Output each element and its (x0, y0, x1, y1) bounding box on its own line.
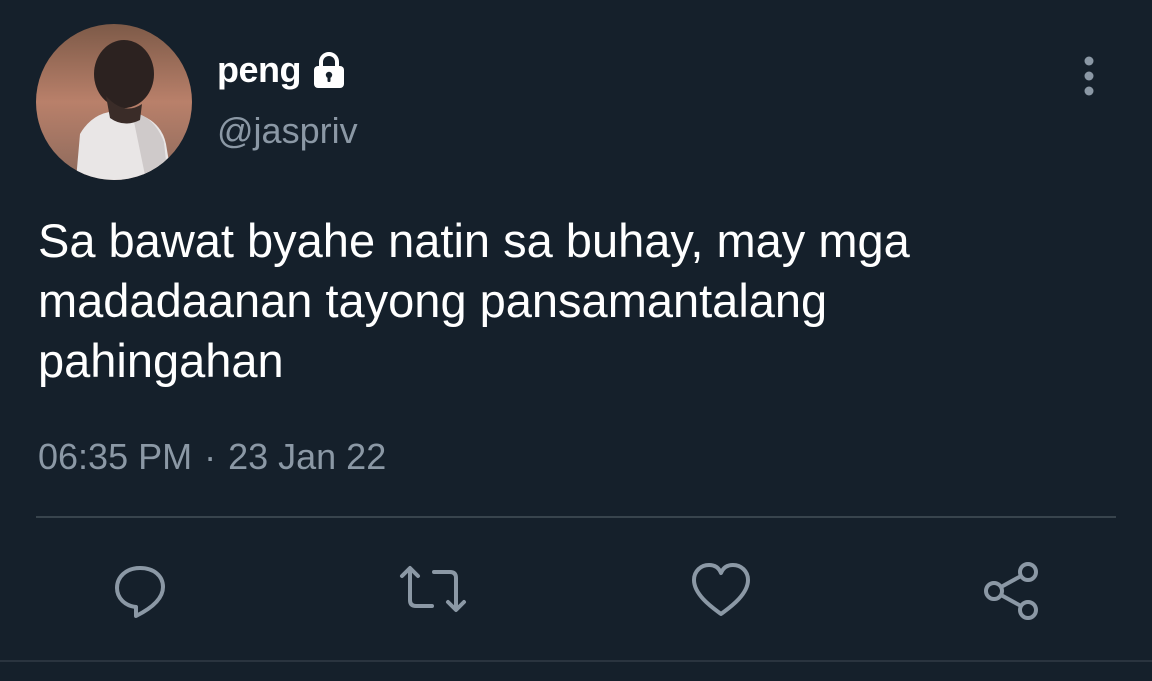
divider (36, 516, 1116, 518)
tweet-timestamp[interactable]: 06:35 PM · 23 Jan 22 (38, 436, 386, 478)
meta-separator: · (204, 436, 217, 477)
avatar-photo (36, 24, 192, 180)
name-row: peng (217, 45, 349, 95)
bottom-divider (0, 660, 1152, 662)
lock-icon (309, 50, 349, 90)
reply-icon (115, 566, 165, 618)
tweet-text-line: pahingahan (38, 334, 284, 387)
share-button[interactable] (980, 560, 1040, 620)
reply-button[interactable] (110, 560, 170, 620)
tweet-detail: peng @jaspriv Sa bawat byahe natin sa bu… (0, 0, 1152, 681)
like-button[interactable] (690, 560, 750, 620)
tweet-date: 23 Jan 22 (228, 436, 387, 477)
tweet-text-line: Sa bawat byahe natin sa buhay, may mga (38, 214, 910, 267)
retweet-button[interactable] (396, 560, 466, 620)
avatar[interactable] (36, 24, 192, 180)
tweet-time: 06:35 PM (38, 436, 193, 477)
tweet-text: Sa bawat byahe natin sa buhay, may mga m… (38, 211, 1118, 391)
user-handle[interactable]: @jaspriv (217, 110, 358, 152)
tweet-text-line: madadaanan tayong pansamantalang (38, 274, 828, 327)
display-name[interactable]: peng (217, 49, 302, 91)
more-options-icon[interactable] (1074, 54, 1104, 98)
retweet-icon (400, 566, 466, 612)
like-icon (692, 563, 750, 616)
share-icon (984, 562, 1038, 620)
